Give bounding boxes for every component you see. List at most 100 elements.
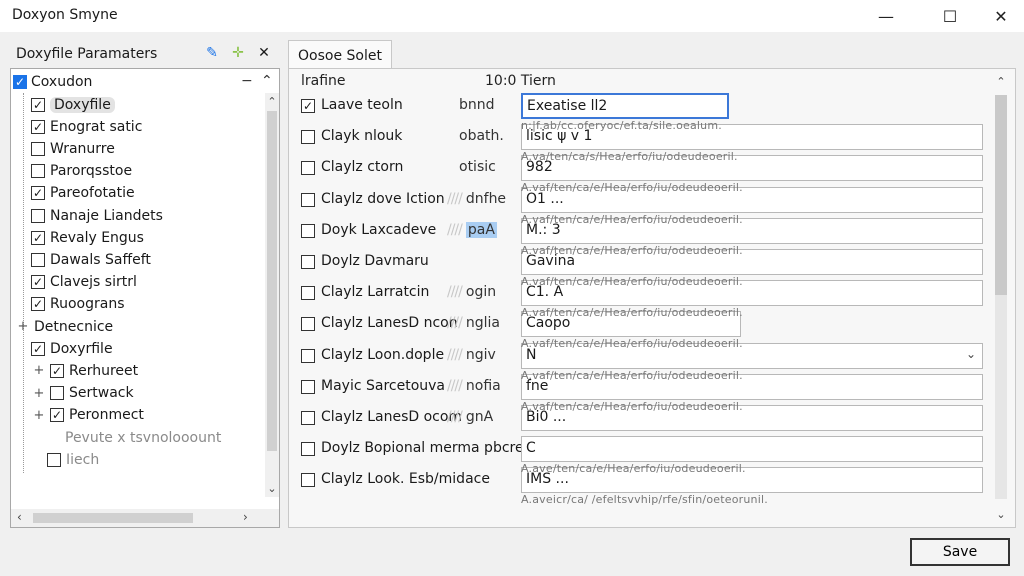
tree-item-label: Parorqsstoe: [50, 163, 133, 180]
checkbox-unchecked[interactable]: [301, 130, 315, 145]
tree-item[interactable]: ✓ Doxyfile: [31, 94, 115, 115]
checkbox-unchecked[interactable]: [301, 255, 315, 269]
save-button[interactable]: Save: [910, 538, 1010, 566]
tree-item[interactable]: Pevute x tsvnolooount: [65, 427, 221, 448]
tree-item[interactable]: + ✓ Rerhureet: [33, 360, 139, 381]
faded-text: ////: [447, 346, 463, 363]
setting-label: Claylz Look. Esb/midace: [321, 471, 490, 488]
setting-input[interactable]: C: [521, 436, 983, 463]
checkbox-unchecked[interactable]: [301, 442, 315, 457]
checkbox-checked[interactable]: ✓: [31, 341, 45, 356]
checkbox-checked[interactable]: ✓: [31, 97, 45, 112]
magic-wand-icon[interactable]: ✎: [204, 44, 220, 62]
checkbox-checked[interactable]: ✓: [31, 230, 45, 245]
checkbox-checked[interactable]: ✓: [31, 275, 45, 290]
tree-item[interactable]: ✓ Doxyrfile: [31, 338, 113, 359]
scroll-up-icon[interactable]: ⌃: [265, 95, 279, 108]
tree-vertical-scrollbar[interactable]: ⌃ ⌄: [265, 93, 279, 497]
tree-item-label: Doxyfile: [50, 96, 115, 113]
setting-label: Claylz Larratcin: [321, 284, 430, 301]
checkbox-checked[interactable]: ✓: [50, 363, 64, 378]
collapse-icon[interactable]: −: [241, 73, 253, 89]
checkbox-unchecked[interactable]: [31, 252, 45, 267]
scroll-down-icon[interactable]: ⌄: [995, 508, 1007, 521]
tree-item-label: Enograt satic: [50, 118, 143, 135]
faded-text: ////: [447, 284, 463, 301]
tab-oosoe-solet[interactable]: Oosoe Solet: [288, 40, 392, 70]
checkbox-checked[interactable]: ✓: [50, 408, 64, 423]
tree-item-label: Doxyrfile: [50, 340, 113, 357]
tree-item[interactable]: Iiech: [47, 449, 99, 470]
close-window-button[interactable]: ✕: [978, 0, 1024, 32]
chevron-down-icon[interactable]: ⌄: [966, 347, 976, 361]
setting-input[interactable]: Exeatise ll2: [521, 93, 729, 119]
parameter-tree[interactable]: ✓ Coxudon − ⌃ ✓ Doxyfile ✓ Enograt satic Wra…: [10, 68, 280, 528]
setting-hint: A.vaf/ten/ca/e/Hea/erfo/iu/odeudeoeril.: [521, 212, 743, 226]
setting-row: ✓ Laave teoln bnnd Exeatise ll2: [299, 93, 979, 119]
scroll-thumb[interactable]: [995, 95, 1007, 295]
expand-icon[interactable]: +: [33, 363, 45, 378]
scroll-thumb[interactable]: [267, 111, 277, 451]
checkbox-unchecked[interactable]: [31, 164, 45, 179]
checkbox-unchecked[interactable]: [31, 141, 45, 156]
tree-item[interactable]: + ✓ Peronmect: [33, 405, 144, 426]
scroll-down-icon[interactable]: ⌄: [265, 482, 279, 495]
close-panel-icon[interactable]: ✕: [256, 44, 272, 62]
checkbox-unchecked[interactable]: [301, 161, 315, 176]
checkbox-checked[interactable]: ✓: [31, 186, 45, 201]
checkbox-checked[interactable]: ✓: [13, 75, 27, 89]
tree-item[interactable]: Dawals Saffeft: [31, 249, 151, 270]
setting-type-text: nofia: [465, 377, 501, 394]
setting-label: Claylz ctorn: [321, 159, 404, 176]
scroll-right-icon[interactable]: ›: [243, 510, 248, 524]
setting-type-text: gnA: [465, 409, 494, 425]
setting-type-text: paA: [465, 221, 497, 238]
checkbox-unchecked[interactable]: [301, 286, 315, 301]
tree-item[interactable]: Parorqsstoe: [31, 161, 132, 182]
tree-item-label: Clavejs sirtrl: [50, 274, 137, 291]
tree-item[interactable]: ✓ Enograt satic: [31, 116, 142, 137]
checkbox-unchecked[interactable]: [301, 473, 315, 488]
tree-horizontal-scrollbar[interactable]: ‹ ›: [11, 509, 279, 527]
setting-type-label: bnnd: [459, 97, 495, 113]
tree-item[interactable]: Nanaje Liandets: [31, 205, 163, 226]
expand-icon[interactable]: +: [17, 319, 29, 334]
checkbox-unchecked[interactable]: [301, 223, 315, 238]
tree-item[interactable]: ✓ Pareofotatie: [31, 183, 135, 204]
scroll-left-icon[interactable]: ‹: [17, 510, 22, 524]
tree-item[interactable]: ✓ Ruoograns: [31, 294, 125, 315]
checkbox-unchecked[interactable]: [31, 208, 45, 223]
minimize-button[interactable]: —: [863, 0, 909, 32]
checkbox-unchecked[interactable]: [301, 317, 315, 332]
tree-item[interactable]: ✓ Clavejs sirtrl: [31, 272, 137, 293]
setting-type-label: ////ngiv: [447, 347, 496, 363]
column-header-name: lrafine: [301, 73, 346, 89]
scroll-thumb[interactable]: [33, 513, 193, 523]
parameters-panel: Doxyfile Paramaters ✎ ✛ ✕ ✓ Coxudon − ⌃ …: [8, 42, 280, 528]
settings-vertical-scrollbar[interactable]: ⌃ ⌄: [991, 71, 1011, 525]
checkbox-unchecked[interactable]: [47, 452, 61, 467]
tree-item[interactable]: ✓ Revaly Engus: [31, 227, 144, 248]
panel-toolbar: ✎ ✛ ✕: [204, 44, 272, 62]
scroll-up-icon[interactable]: ⌃: [995, 75, 1007, 88]
checkbox-unchecked[interactable]: [301, 411, 315, 425]
setting-label: Claylz LanesD ocom: [321, 409, 463, 425]
checkbox-checked[interactable]: ✓: [31, 297, 45, 312]
tree-item[interactable]: + Detnecnice: [17, 316, 114, 337]
checkbox-unchecked[interactable]: [301, 192, 315, 207]
tree-item[interactable]: Wranurre: [31, 138, 115, 159]
setting-hint: A.vaf/ten/ca/e/Hea/erfo/iu/odeudeoeril.: [521, 368, 743, 382]
tree-root-item[interactable]: ✓ Coxudon: [13, 71, 92, 93]
expand-icon[interactable]: +: [33, 408, 45, 423]
setting-type-label: ////dnfhe: [447, 191, 506, 207]
tree-item[interactable]: + Sertwack: [33, 383, 134, 404]
checkbox-unchecked[interactable]: [301, 379, 315, 394]
add-icon[interactable]: ✛: [230, 44, 246, 62]
checkbox-unchecked[interactable]: [50, 386, 64, 401]
maximize-button[interactable]: ☐: [927, 0, 973, 32]
checkbox-checked[interactable]: ✓: [301, 99, 315, 113]
checkbox-checked[interactable]: ✓: [31, 119, 45, 134]
chevron-up-icon[interactable]: ⌃: [261, 73, 273, 89]
checkbox-unchecked[interactable]: [301, 348, 315, 363]
expand-icon[interactable]: +: [33, 386, 45, 401]
